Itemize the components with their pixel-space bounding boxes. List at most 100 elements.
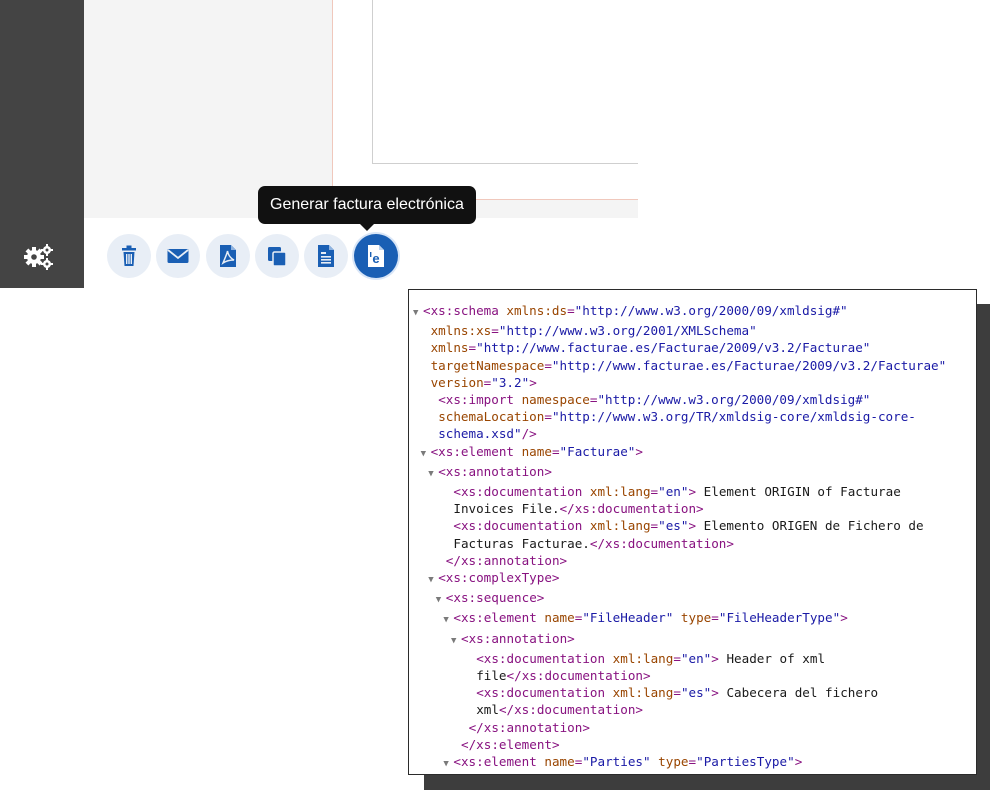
xml-token: <xs:documentation <box>476 685 613 701</box>
xml-line: xmlns="http://www.facturae.es/Facturae/2… <box>413 339 972 356</box>
gears-icon[interactable] <box>22 240 56 274</box>
xml-token: <xs:schema <box>423 303 507 318</box>
xml-token: </xs:annotation> <box>445 552 568 568</box>
xml-token: Invoices File. <box>453 501 560 517</box>
collapse-toggle-icon[interactable]: ▼ <box>413 305 423 322</box>
xml-token: "http://www.w3.org/2000/09/xmldsig#" <box>574 303 848 318</box>
xml-token: = <box>650 484 659 500</box>
xml-line: version="3.2"> <box>413 374 972 391</box>
xml-line: ▼ <xs:element name="Parties" type="Partie… <box>413 753 972 773</box>
collapse-toggle-icon[interactable]: ▼ <box>443 612 453 629</box>
xml-token: > <box>688 484 697 500</box>
xml-token: = <box>688 754 697 770</box>
xml-line: schemaLocation="http://www.w3.org/TR/xml… <box>413 408 972 425</box>
xml-token: /> <box>521 426 537 442</box>
xml-token: "Parties" <box>582 754 651 770</box>
collapse-toggle-icon[interactable]: ▼ <box>436 592 446 609</box>
xml-token: "http://www.facturae.es/Facturae/2009/v3… <box>476 340 871 356</box>
xml-token: "PartiesType" <box>696 754 795 770</box>
document-button[interactable] <box>304 234 348 278</box>
xml-line: xml</xs:documentation> <box>413 701 972 718</box>
xml-token: name <box>521 443 552 459</box>
xml-code: ▼ <xs:schema xmlns:ds="http://www.w3.org/… <box>413 302 972 775</box>
xml-token: version <box>430 374 484 390</box>
xml-token: "en" <box>680 650 712 666</box>
duplicate-button[interactable] <box>255 234 299 278</box>
xml-token: = <box>468 340 477 356</box>
xml-token: namespace <box>521 392 590 408</box>
xml-token: = <box>544 409 552 425</box>
xml-line: Invoices File.</xs:documentation> <box>413 500 972 517</box>
xml-token: </xs:documentation> <box>498 702 643 718</box>
xml-viewer[interactable]: ▼ <xs:schema xmlns:ds="http://www.w3.org/… <box>408 289 977 775</box>
xml-token: <xs:annotation> <box>461 774 575 775</box>
xml-token: > <box>794 754 803 770</box>
xml-token: > <box>688 518 697 534</box>
einvoice-button[interactable]: e <box>354 234 398 278</box>
xml-token: > <box>635 443 643 459</box>
xml-token: "FileHeader" <box>582 610 674 626</box>
collapse-toggle-icon[interactable]: ▼ <box>428 572 438 589</box>
xml-token: xml <box>476 702 499 718</box>
xml-line: schema.xsd"/> <box>413 425 972 442</box>
xml-token: xmlns:xs <box>430 323 492 339</box>
xml-token: </xs:annotation> <box>468 719 590 735</box>
xml-line: ▼ <xs:element name="FileHeader" type="Fil… <box>413 609 972 629</box>
collapse-toggle-icon[interactable]: ▼ <box>421 446 431 463</box>
xml-line: </xs:annotation> <box>413 552 972 569</box>
xml-token: "http://www.w3.org/TR/xmldsig-core/xmlds… <box>551 409 916 425</box>
xml-token: <xs:documentation <box>453 518 590 534</box>
xml-token: > <box>711 650 719 666</box>
xml-line: ▼ <xs:schema xmlns:ds="http://www.w3.org/… <box>413 302 972 322</box>
xml-token: schemaLocation <box>438 409 545 425</box>
collapse-toggle-icon[interactable]: ▼ <box>428 466 438 483</box>
xml-line: <xs:documentation xml:lang="es"> Element… <box>413 517 972 534</box>
xml-token: <xs:sequence> <box>445 590 545 606</box>
xml-token: <xs:element <box>430 443 522 459</box>
xml-token: "3.2" <box>491 374 530 390</box>
email-button[interactable] <box>156 234 200 278</box>
xml-line: ▼ <xs:complexType> <box>413 569 972 589</box>
xml-token: = <box>567 303 575 318</box>
xml-line: <xs:documentation xml:lang="en"> Header … <box>413 650 972 667</box>
xml-line: <xs:documentation xml:lang="en"> Element… <box>413 483 972 500</box>
xml-token: xmlns:ds <box>506 303 568 318</box>
document-icon <box>318 245 334 267</box>
xml-token: Elemento ORIGEN de Fichero de <box>696 518 924 534</box>
sidebar <box>0 0 84 288</box>
xml-line: Facturas Facturae.</xs:documentation> <box>413 535 972 552</box>
xml-line: ▼<xs:annotation> <box>413 630 972 650</box>
xml-token: <xs:element <box>453 610 545 626</box>
xml-token: Cabecera del fichero <box>718 685 879 701</box>
xml-line: </xs:annotation> <box>413 719 972 736</box>
xml-token: name <box>544 754 575 770</box>
xml-token: <xs:annotation> <box>461 630 575 646</box>
xml-line: file</xs:documentation> <box>413 667 972 684</box>
delete-button[interactable] <box>107 234 151 278</box>
xml-token: Facturas Facturae. <box>453 535 590 551</box>
xml-token: targetNamespace <box>430 357 545 373</box>
xml-token: </xs:documentation> <box>589 535 734 551</box>
copy-icon <box>268 247 287 267</box>
xml-token: <xs:complexType> <box>438 570 560 586</box>
xml-token: <xs:annotation> <box>438 463 552 479</box>
xml-token <box>673 610 681 625</box>
xml-token: <xs:documentation <box>476 650 613 666</box>
xml-token: > <box>711 685 719 701</box>
xml-token: xml:lang <box>589 484 651 500</box>
collapse-toggle-icon[interactable]: ▼ <box>443 756 453 773</box>
xml-token: file <box>476 668 507 684</box>
collapse-toggle-icon[interactable]: ▼ <box>451 633 461 650</box>
document-inner-frame <box>372 0 638 164</box>
xml-token: "es" <box>680 685 712 701</box>
xml-token: "http://www.w3.org/2000/09/xmldsig#" <box>597 392 871 408</box>
xml-token: "en" <box>658 484 689 500</box>
pdf-button[interactable] <box>206 234 250 278</box>
xml-line: </xs:element> <box>413 736 972 753</box>
xml-token: schema.xsd" <box>438 426 522 442</box>
envelope-icon <box>167 249 189 263</box>
xml-line: <xs:import namespace="http://www.w3.org/… <box>413 391 972 408</box>
xml-line: <xs:documentation xml:lang="es"> Cabecer… <box>413 684 972 701</box>
xml-line: targetNamespace="http://www.facturae.es/… <box>413 357 972 374</box>
xml-token: Element ORIGIN of Facturae <box>696 484 901 500</box>
